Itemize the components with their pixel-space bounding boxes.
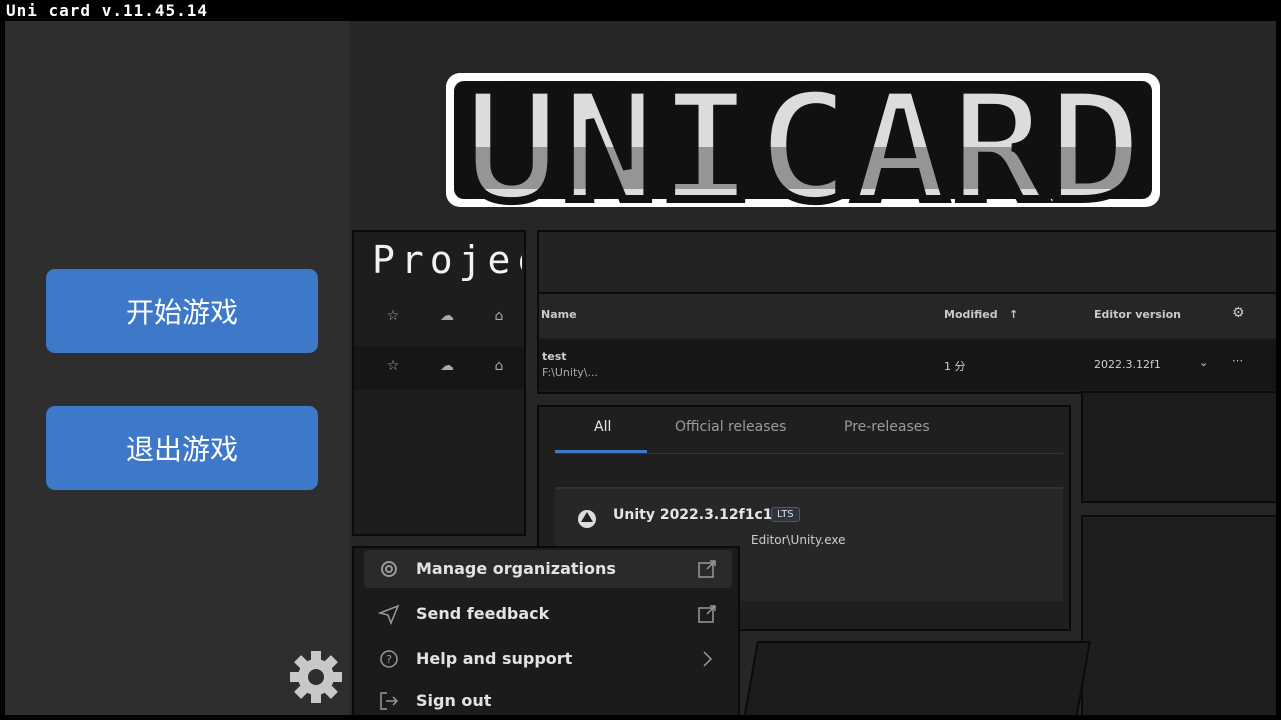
unity-version: Unity 2022.3.12f1c1	[613, 507, 773, 523]
table-header: Name Modified ↑ Editor version ⚙	[539, 294, 1276, 338]
chevron-right-icon	[696, 648, 718, 670]
projects-title: Projec	[372, 238, 522, 282]
chevron-icon[interactable]: ⌄	[1199, 356, 1208, 369]
projects-sidebar: Projec ☆ ☁ ⌂ ☆ ☁ ⌂	[352, 230, 526, 536]
menu-item-help-and-support[interactable]: ? Help and support	[364, 640, 732, 678]
more-icon[interactable]: ⋯	[1232, 354, 1243, 367]
side-pane	[1081, 391, 1276, 503]
editor-path: Editor\Unity.exe	[751, 533, 846, 547]
menu-item-manage-organizations[interactable]: Manage organizations	[364, 550, 732, 588]
unicard-logo: UNICARD	[442, 57, 1164, 239]
side-pane	[1081, 515, 1276, 715]
tab-pre-releases[interactable]: Pre-releases	[844, 419, 930, 435]
sort-arrow-icon[interactable]: ↑	[1009, 308, 1018, 321]
project-editor-version: 2022.3.12f1	[1094, 358, 1161, 371]
window-title: Uni card v.11.45.14	[6, 1, 209, 20]
bottom-pane	[743, 641, 1091, 715]
svg-text:UNICARD: UNICARD	[463, 69, 1143, 211]
external-link-icon	[696, 558, 718, 580]
menu-item-label: Manage organizations	[416, 559, 616, 578]
link-icon: ⌂	[494, 358, 504, 374]
column-editor-version[interactable]: Editor version	[1094, 308, 1181, 321]
menu-item-send-feedback[interactable]: Send feedback	[364, 595, 732, 633]
settings-icon[interactable]: ⚙	[1232, 305, 1245, 321]
start-game-button[interactable]: 开始游戏	[46, 269, 318, 353]
sign-out-icon	[378, 690, 400, 712]
column-modified[interactable]: Modified	[944, 308, 998, 321]
svg-text:?: ?	[386, 653, 392, 666]
unity-icon	[577, 509, 597, 529]
context-menu: Manage organizations Send feedback ? Hel…	[352, 546, 740, 715]
tab-official-releases[interactable]: Official releases	[675, 419, 786, 435]
settings-gear-icon[interactable]	[287, 648, 345, 706]
background-scene: UNICARD Projec ☆ ☁ ⌂ ☆ ☁ ⌂ Name Modified…	[350, 21, 1276, 715]
main-menu-panel: 开始游戏 退出游戏	[5, 21, 350, 715]
table-row[interactable]: test F:\Unity\... 1 分 2022.3.12f1 ⌄ ⋯	[539, 340, 1276, 390]
projects-toolbar	[539, 232, 1276, 294]
exit-game-button[interactable]: 退出游戏	[46, 406, 318, 490]
menu-item-label: Help and support	[416, 649, 573, 668]
lts-badge: LTS	[771, 507, 800, 522]
external-link-icon	[696, 603, 718, 625]
title-bar: Uni card v.11.45.14	[0, 0, 1281, 21]
project-modified: 1 分	[944, 360, 966, 373]
help-icon: ?	[378, 648, 400, 670]
menu-item-sign-out[interactable]: Sign out	[364, 682, 732, 715]
sidebar-header-row: ☆ ☁ ⌂	[354, 296, 524, 340]
cloud-icon[interactable]: ☁	[438, 308, 456, 326]
divider	[555, 453, 1063, 454]
menu-item-label: Sign out	[416, 691, 492, 710]
column-name[interactable]: Name	[541, 308, 577, 321]
sidebar-project-row[interactable]: ☆ ☁ ⌂	[354, 346, 524, 390]
menu-item-label: Send feedback	[416, 604, 550, 623]
projects-table: Name Modified ↑ Editor version ⚙ test F:…	[537, 230, 1276, 394]
project-path: F:\Unity\...	[542, 366, 598, 379]
cloud-icon: ☁	[440, 358, 454, 374]
star-icon[interactable]: ☆	[384, 308, 402, 326]
tab-all[interactable]: All	[594, 419, 611, 435]
link-icon[interactable]: ⌂	[490, 308, 508, 326]
project-name: test	[542, 350, 567, 363]
star-icon[interactable]: ☆	[384, 358, 402, 376]
send-icon	[377, 603, 400, 626]
gear-icon	[378, 558, 400, 580]
